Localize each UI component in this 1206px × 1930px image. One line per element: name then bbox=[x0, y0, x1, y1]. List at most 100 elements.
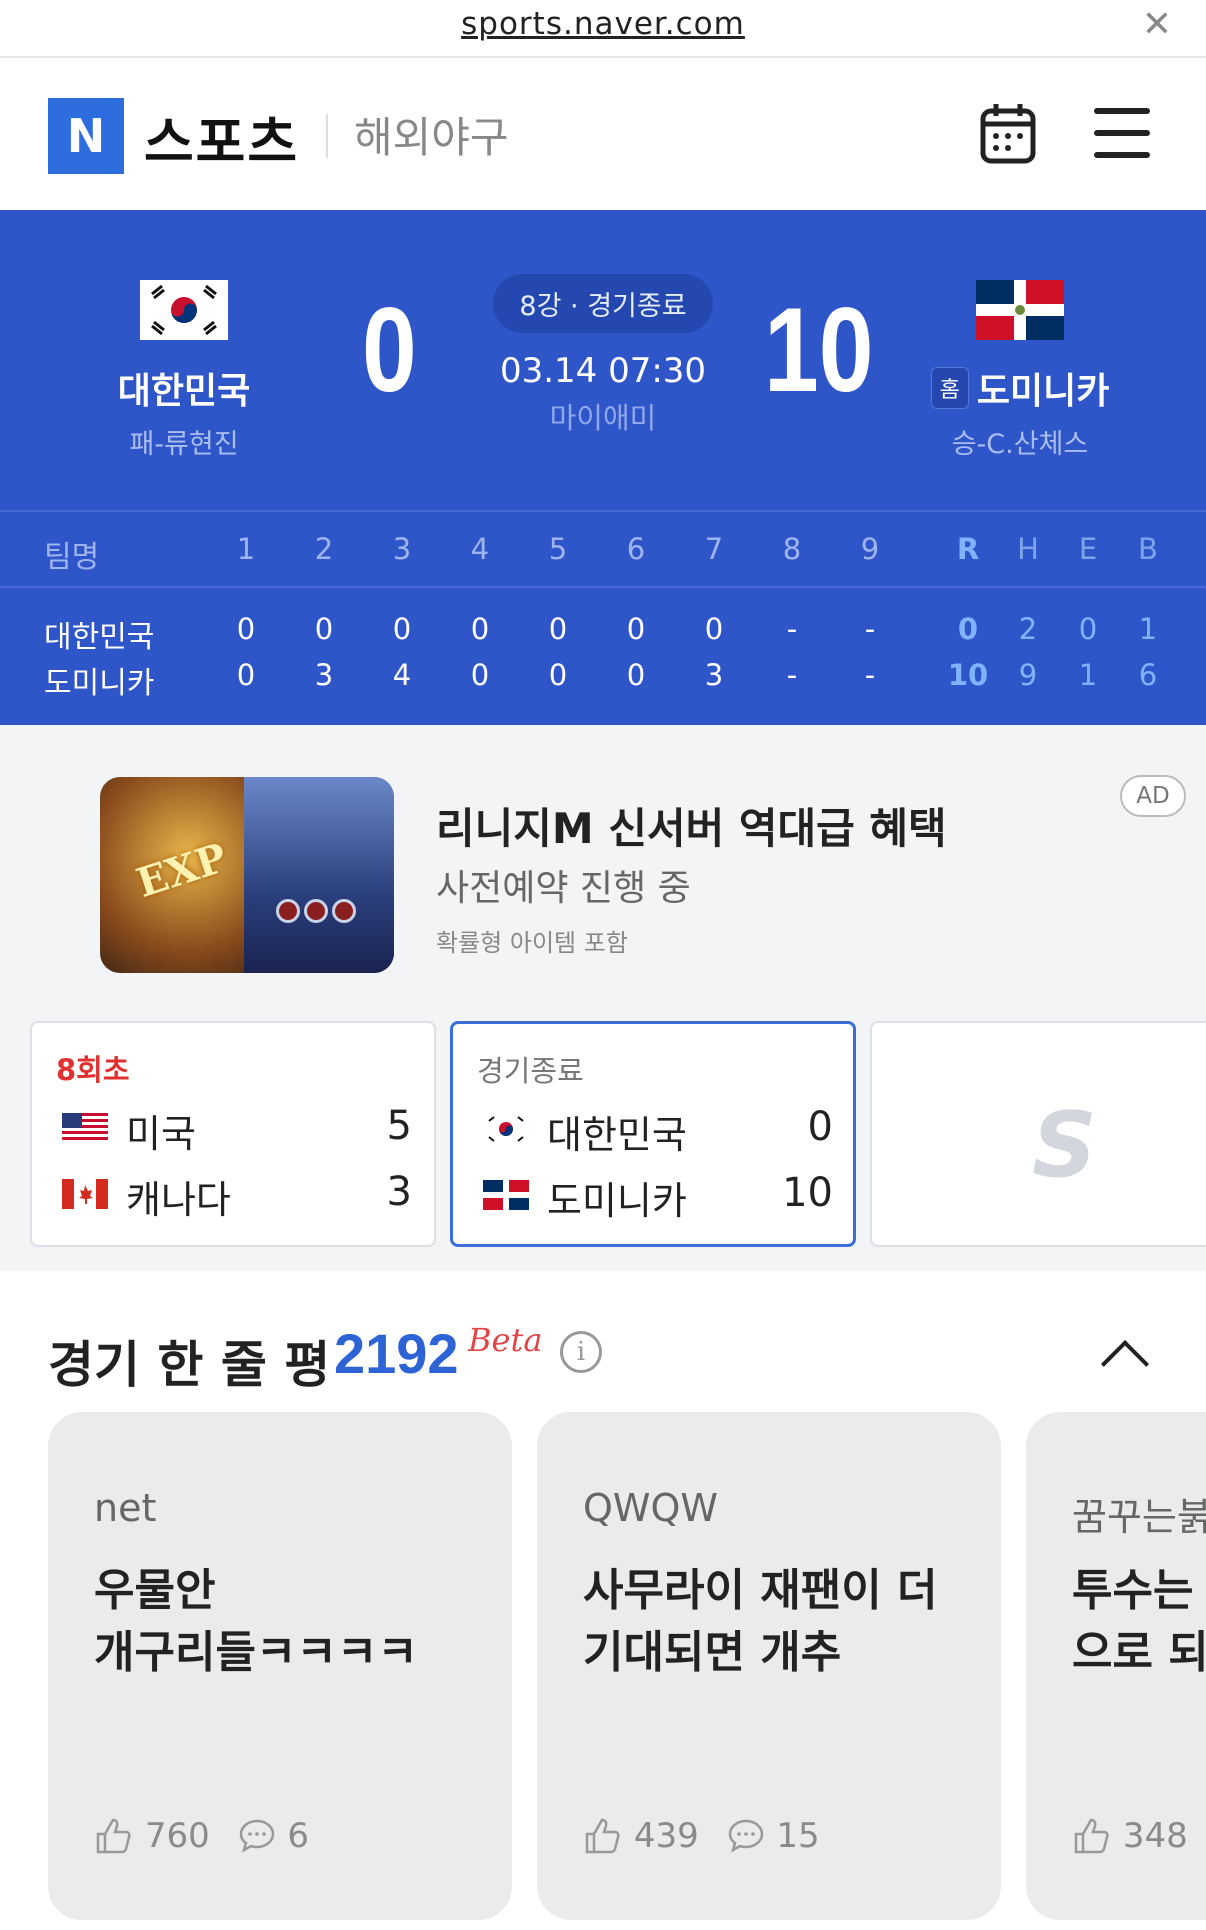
thumbs-up-icon[interactable] bbox=[94, 1816, 134, 1856]
match-venue: 마이애미 bbox=[549, 401, 657, 435]
ad-image-panel bbox=[244, 777, 394, 973]
likes-count: 439 bbox=[633, 1815, 699, 1856]
korea-flag-icon bbox=[483, 1114, 529, 1144]
row-team: 도미니카 bbox=[44, 666, 155, 701]
game-card[interactable]: 8회초 미국 5 캐나다 3 bbox=[30, 1021, 436, 1247]
inning-score: 0 bbox=[236, 658, 256, 692]
inning-score: 0 bbox=[470, 612, 490, 646]
team-name: 미국 bbox=[126, 1112, 196, 1156]
ad-title[interactable]: 리니지M 신서버 역대급 혜택 bbox=[436, 795, 947, 856]
total-runs: 0 bbox=[957, 612, 979, 646]
inning-3: 3 bbox=[392, 532, 412, 566]
game-status: 8회초 bbox=[56, 1053, 130, 1087]
ad-image-text: EXP bbox=[130, 833, 233, 908]
inning-score: 0 bbox=[626, 658, 646, 692]
comment-author: QWQW bbox=[583, 1486, 718, 1530]
ad-note: 확률형 아이템 포함 bbox=[436, 929, 628, 957]
line-score-header: 팀명 1 2 3 4 5 6 7 8 9 R H E B bbox=[0, 512, 1206, 588]
total-hits: 9 bbox=[1018, 658, 1038, 692]
likes-count: 760 bbox=[144, 1815, 210, 1856]
menu-icon[interactable] bbox=[1094, 108, 1150, 158]
team-name: 대한민국 bbox=[547, 1113, 687, 1157]
away-pitcher: 승-C.산체스 bbox=[951, 429, 1089, 460]
comment-icon[interactable] bbox=[726, 1816, 766, 1856]
inning-score: - bbox=[786, 658, 798, 692]
inning-score: 0 bbox=[470, 658, 490, 692]
inning-8: 8 bbox=[782, 532, 802, 566]
team-score: 5 bbox=[386, 1103, 412, 1149]
match-status: 8강 · 경기종료 bbox=[493, 274, 713, 333]
canada-flag-icon bbox=[62, 1179, 108, 1209]
brand-title[interactable]: 스포츠 bbox=[144, 98, 299, 177]
away-team[interactable]: 홈 도미니카 승-C.산체스 bbox=[890, 210, 1150, 461]
team-score: 0 bbox=[807, 1104, 833, 1150]
divider bbox=[326, 114, 328, 158]
total-runs-header: R bbox=[956, 532, 980, 566]
comment-meta: 348 bbox=[1072, 1814, 1204, 1856]
inning-score: 3 bbox=[704, 658, 724, 692]
ad-image[interactable]: EXP bbox=[100, 777, 394, 973]
scoreboard: 대한민국 패-류현진 0 8강 · 경기종료 03.14 07:30 마이애미 … bbox=[0, 210, 1206, 510]
inning-score: 0 bbox=[548, 612, 568, 646]
comments-title: 경기 한 줄 평 bbox=[48, 1336, 331, 1394]
info-icon[interactable]: i bbox=[560, 1331, 602, 1373]
comment-meta: 760 6 bbox=[94, 1814, 325, 1856]
ad-subtitle: 사전예약 진행 중 bbox=[436, 868, 691, 909]
game-card-partial[interactable]: S bbox=[870, 1021, 1206, 1247]
chevron-up-icon[interactable] bbox=[1100, 1339, 1150, 1389]
dominican-flag-icon bbox=[976, 280, 1064, 340]
calendar-icon[interactable] bbox=[980, 102, 1036, 164]
site-header: N 스포츠 해외야구 bbox=[0, 58, 1206, 210]
comment-card[interactable]: net 우물안 개구리들ㅋㅋㅋㅋ 760 6 bbox=[48, 1412, 512, 1920]
comment-text: 투수는 이닝바 으로 되 bbox=[1072, 1565, 1206, 1678]
comment-text: 우물안 개구리들ㅋㅋㅋㅋ bbox=[94, 1565, 418, 1678]
total-hits-header: H bbox=[1017, 532, 1039, 566]
comments-header: 경기 한 줄 평 2192 Beta i bbox=[0, 1271, 1206, 1411]
home-badge: 홈 bbox=[930, 367, 969, 409]
comment-author: net bbox=[94, 1486, 157, 1530]
url-text[interactable]: sports.naver.com bbox=[0, 6, 1206, 42]
thumbs-up-icon[interactable] bbox=[583, 1816, 623, 1856]
section-title[interactable]: 해외야구 bbox=[354, 104, 509, 165]
inning-score: 4 bbox=[392, 658, 412, 692]
comment-icon[interactable] bbox=[237, 1816, 277, 1856]
game-carousel[interactable]: 8회초 미국 5 캐나다 3 경기종료 대한민국 0 도미니카 10 S bbox=[0, 1015, 1206, 1271]
usa-flag-icon bbox=[62, 1113, 108, 1143]
inning-score: 0 bbox=[236, 612, 256, 646]
comment-card[interactable]: QWQW 사무라이 재팬이 더 기대되면 개추 439 15 bbox=[537, 1412, 1001, 1920]
total-errors-header: E bbox=[1078, 532, 1098, 566]
game-team-row: 대한민국 0 bbox=[483, 1102, 833, 1157]
inning-score: 0 bbox=[704, 612, 724, 646]
total-walks: 6 bbox=[1138, 658, 1158, 692]
inning-score: 0 bbox=[392, 612, 412, 646]
naver-logo[interactable]: N bbox=[48, 98, 124, 174]
home-team[interactable]: 대한민국 패-류현진 bbox=[54, 210, 314, 461]
inning-score: 3 bbox=[314, 658, 334, 692]
total-errors: 0 bbox=[1078, 612, 1098, 646]
comments-count: 2192 bbox=[334, 1322, 459, 1385]
ad-banner[interactable]: EXP 리니지M 신서버 역대급 혜택 사전예약 진행 중 확률형 아이템 포함… bbox=[0, 725, 1206, 1015]
browser-url-bar[interactable]: sports.naver.com ✕ bbox=[0, 0, 1206, 58]
away-score: 10 bbox=[764, 283, 874, 417]
game-card-selected[interactable]: 경기종료 대한민국 0 도미니카 10 bbox=[450, 1021, 856, 1247]
inning-4: 4 bbox=[470, 532, 490, 566]
inning-9: 9 bbox=[860, 532, 880, 566]
inning-score: 0 bbox=[314, 612, 334, 646]
game-team-row: 도미니카 10 bbox=[483, 1168, 833, 1223]
ad-gems bbox=[276, 899, 376, 939]
thumbs-up-icon[interactable] bbox=[1072, 1816, 1112, 1856]
comment-meta: 439 15 bbox=[583, 1814, 836, 1856]
ad-badge[interactable]: AD bbox=[1120, 775, 1186, 817]
total-walks-header: B bbox=[1138, 532, 1158, 566]
total-runs: 10 bbox=[947, 658, 989, 692]
close-icon[interactable]: ✕ bbox=[1142, 4, 1172, 45]
home-team-name: 대한민국 bbox=[117, 371, 251, 412]
comment-author: 꿈꾸는붉 bbox=[1072, 1495, 1206, 1539]
inning-2: 2 bbox=[314, 532, 334, 566]
replies-count: 15 bbox=[776, 1815, 820, 1856]
inning-6: 6 bbox=[626, 532, 646, 566]
team-score: 10 bbox=[782, 1170, 833, 1216]
game-team-row: 미국 5 bbox=[62, 1101, 412, 1156]
comment-card-partial[interactable]: 꿈꾸는붉 투수는 이닝바 으로 되 348 bbox=[1026, 1412, 1206, 1920]
game-status: 경기종료 bbox=[477, 1054, 584, 1088]
